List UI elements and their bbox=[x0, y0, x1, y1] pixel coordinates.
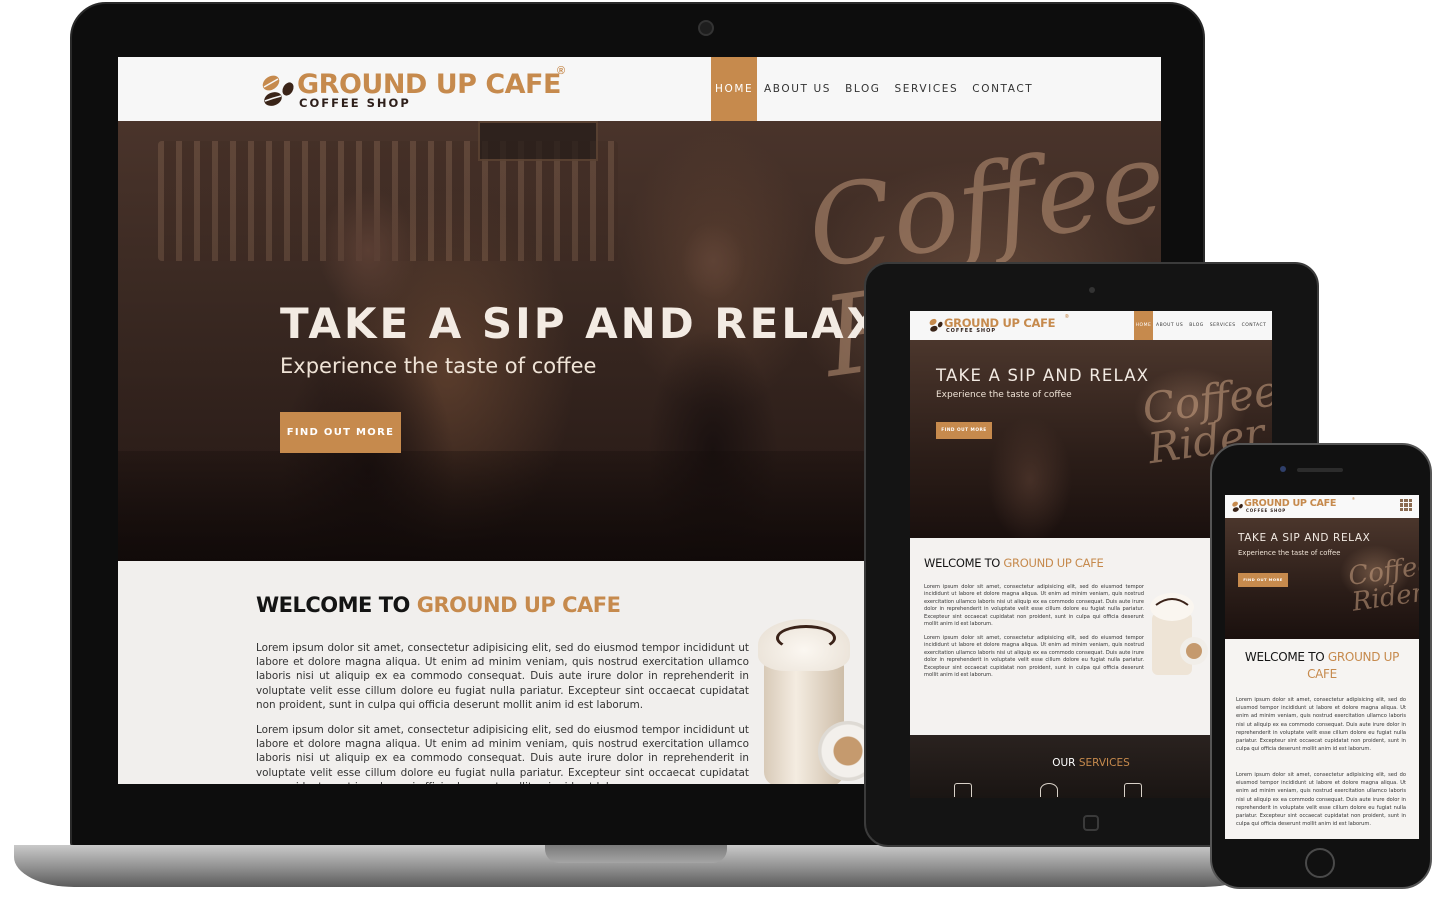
tablet-welcome-title-prefix: WELCOME TO bbox=[924, 556, 1004, 570]
tablet-registered-mark: ® bbox=[1065, 314, 1069, 320]
hero-chalkboard bbox=[478, 121, 598, 161]
hamburger-menu-icon[interactable] bbox=[1400, 499, 1412, 511]
find-out-more-button[interactable]: FIND OUT MORE bbox=[280, 412, 401, 453]
tablet-nav-blog[interactable]: BLOG bbox=[1186, 311, 1206, 340]
phone-welcome-title: WELCOME TO GROUND UP CAFE bbox=[1225, 649, 1419, 683]
coffee-machine-icon bbox=[954, 783, 972, 797]
tablet-site-header: GROUND UP CAFE ® COFFEE SHOP HOME ABOUT … bbox=[910, 311, 1272, 340]
tablet-find-out-more-button[interactable]: FIND OUT MORE bbox=[936, 422, 992, 439]
laptop-notch bbox=[545, 845, 727, 863]
tablet-services-title-prefix: OUR bbox=[1052, 757, 1079, 769]
welcome-title: WELCOME TO GROUND UP CAFE bbox=[256, 593, 621, 617]
coffee-beans-icon bbox=[262, 75, 294, 106]
site-header: GROUND UP CAFE ® COFFEE SHOP HOME ABOUT … bbox=[118, 57, 1161, 121]
phone-home-button[interactable] bbox=[1305, 848, 1335, 878]
phone-welcome-paragraph-1: Lorem ipsum dolor sit amet, consectetur … bbox=[1236, 697, 1406, 753]
tablet-welcome-paragraph-1: Lorem ipsum dolor sit amet, consectetur … bbox=[924, 584, 1144, 628]
phone-camera bbox=[1280, 466, 1286, 472]
nav-services[interactable]: SERVICES bbox=[888, 57, 966, 121]
brand-tagline: COFFEE SHOP bbox=[299, 96, 411, 110]
phone-hero-subtitle: Experience the taste of coffee bbox=[1238, 549, 1341, 557]
nav-home[interactable]: HOME bbox=[711, 57, 757, 121]
phone-site-header: GROUND UP CAFE ® COFFEE SHOP bbox=[1225, 495, 1419, 518]
phone-hero-banner: Coffee Rider TAKE A SIP AND RELAX Experi… bbox=[1225, 518, 1419, 639]
welcome-paragraph-2: Lorem ipsum dolor sit amet, consectetur … bbox=[256, 724, 749, 784]
phone-speaker bbox=[1297, 468, 1343, 472]
tablet-brand-tagline: COFFEE SHOP bbox=[946, 328, 997, 334]
tablet-nav: HOME ABOUT US BLOG SERVICES CONTACT bbox=[1134, 311, 1269, 340]
tablet-frappe-drink-image bbox=[1150, 593, 1208, 675]
tablet-welcome-title: WELCOME TO GROUND UP CAFE bbox=[924, 556, 1104, 570]
welcome-paragraph-1: Lorem ipsum dolor sit amet, consectetur … bbox=[256, 642, 749, 711]
tablet-nav-services[interactable]: SERVICES bbox=[1207, 311, 1239, 340]
registered-mark: ® bbox=[557, 65, 566, 77]
phone-hero-neon-sign: Coffee Rider bbox=[1346, 550, 1419, 618]
cafe-storefront-icon bbox=[1124, 783, 1142, 797]
coffee-beans-icon bbox=[1040, 783, 1058, 797]
hero-subtitle: Experience the taste of coffee bbox=[280, 354, 597, 378]
phone-brand-tagline: COFFEE SHOP bbox=[1246, 508, 1287, 513]
tablet-nav-contact[interactable]: CONTACT bbox=[1239, 311, 1270, 340]
phone-welcome-title-prefix: WELCOME TO bbox=[1244, 650, 1328, 664]
main-nav: HOME ABOUT US BLOG SERVICES CONTACT bbox=[711, 57, 1040, 121]
hero-title: TAKE A SIP AND RELAX bbox=[280, 299, 882, 348]
tablet-camera bbox=[1089, 287, 1095, 293]
phone-find-out-more-button[interactable]: FIND OUT MORE bbox=[1238, 573, 1288, 587]
phone-registered-mark: ® bbox=[1352, 496, 1355, 501]
frappe-drink-image bbox=[758, 601, 878, 784]
coffee-beans-icon bbox=[929, 318, 943, 332]
drink-chocolate-drizzle bbox=[776, 625, 836, 651]
nav-contact[interactable]: CONTACT bbox=[965, 57, 1040, 121]
tablet-welcome-title-accent: GROUND UP CAFE bbox=[1003, 556, 1104, 570]
nav-blog[interactable]: BLOG bbox=[838, 57, 887, 121]
coffee-beans-icon bbox=[1232, 501, 1243, 512]
phone-hero-title: TAKE A SIP AND RELAX bbox=[1238, 532, 1371, 544]
phone-welcome-paragraph-2: Lorem ipsum dolor sit amet, consectetur … bbox=[1236, 772, 1406, 828]
tablet-home-button[interactable] bbox=[1083, 815, 1099, 831]
welcome-title-prefix: WELCOME TO bbox=[256, 593, 417, 617]
responsive-mockup: GROUND UP CAFE ® COFFEE SHOP HOME ABOUT … bbox=[0, 0, 1440, 900]
tablet-nav-about-us[interactable]: ABOUT US bbox=[1153, 311, 1186, 340]
nav-about-us[interactable]: ABOUT US bbox=[757, 57, 838, 121]
tablet-hero-subtitle: Experience the taste of coffee bbox=[936, 390, 1072, 400]
phone-screen: GROUND UP CAFE ® COFFEE SHOP Coffee Ride… bbox=[1225, 495, 1419, 839]
tablet-welcome-paragraph-2: Lorem ipsum dolor sit amet, consectetur … bbox=[924, 635, 1144, 679]
tablet-services-title-accent: SERVICES bbox=[1078, 757, 1130, 769]
tablet-hero-title: TAKE A SIP AND RELAX bbox=[936, 366, 1150, 385]
welcome-title-accent: GROUND UP CAFE bbox=[416, 593, 621, 617]
tablet-nav-home[interactable]: HOME bbox=[1134, 311, 1153, 340]
laptop-camera bbox=[698, 20, 714, 36]
